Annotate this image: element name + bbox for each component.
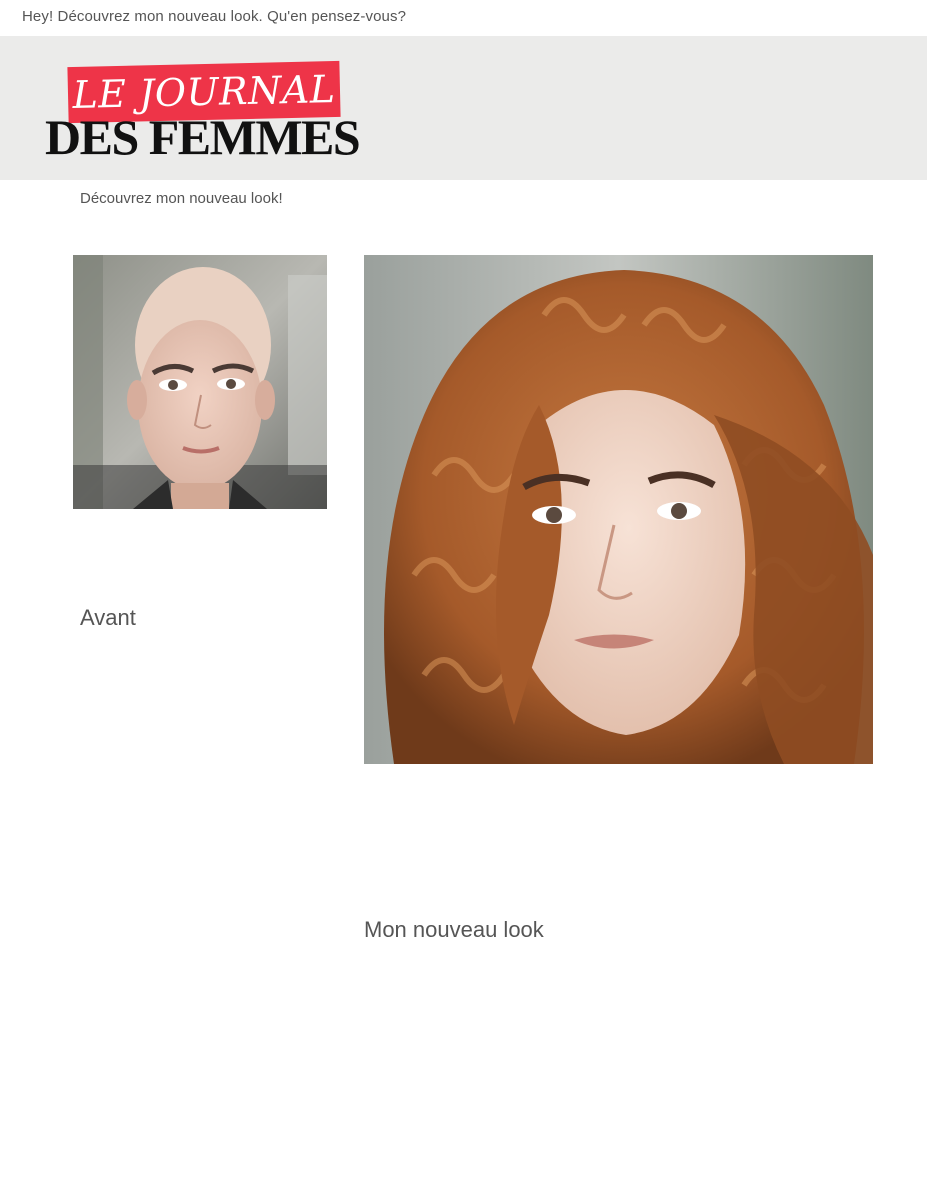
logo-line-2: DES FEMMES xyxy=(45,109,361,165)
page-subtitle: Découvrez mon nouveau look! xyxy=(80,190,283,207)
before-photo-image xyxy=(73,255,327,509)
after-caption: Mon nouveau look xyxy=(364,917,544,942)
site-logo[interactable]: LE JOURNAL DES FEMMES xyxy=(45,60,365,165)
before-photo xyxy=(73,255,327,509)
after-photo-image xyxy=(364,255,873,764)
before-caption: Avant xyxy=(80,605,136,630)
top-message: Hey! Découvrez mon nouveau look. Qu'en p… xyxy=(22,8,407,25)
after-photo xyxy=(364,255,873,764)
site-header: LE JOURNAL DES FEMMES xyxy=(0,36,927,180)
